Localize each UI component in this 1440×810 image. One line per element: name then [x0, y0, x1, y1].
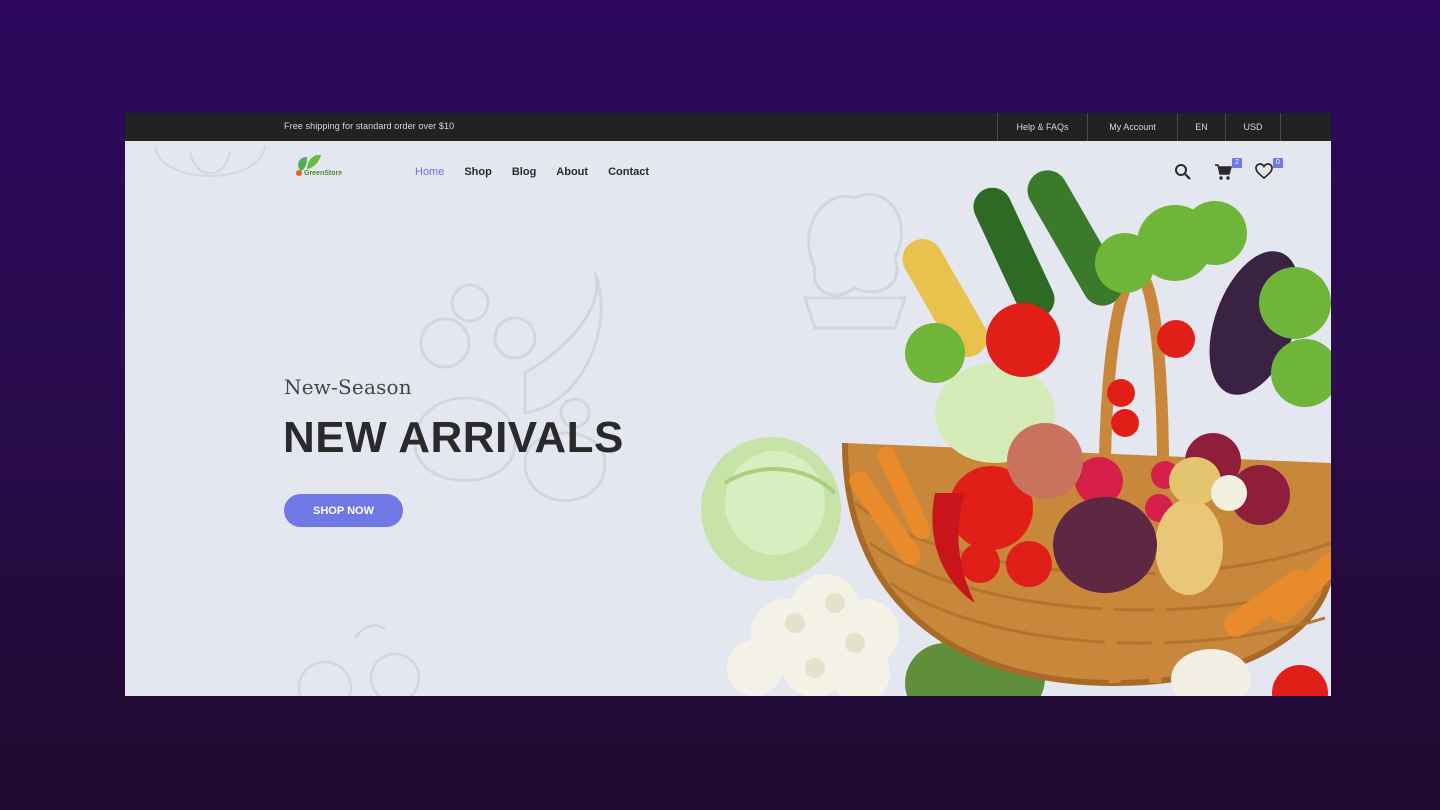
language-select[interactable]: EN [1177, 113, 1225, 141]
help-faqs-link[interactable]: Help & FAQs [997, 113, 1087, 141]
logo[interactable]: GreenStore [293, 151, 361, 183]
main-nav: Home Shop Blog About Contact [415, 166, 669, 178]
nav-contact[interactable]: Contact [608, 166, 649, 178]
top-bar: Free shipping for standard order over $1… [125, 113, 1331, 141]
website-frame: Free shipping for standard order over $1… [125, 113, 1331, 696]
logo-text: GreenStore [304, 170, 343, 177]
background-doodle-fruits [413, 272, 607, 502]
currency-select[interactable]: USD [1225, 113, 1281, 141]
shop-now-button[interactable]: SHOP NOW [284, 494, 403, 527]
nav-about[interactable]: About [556, 166, 588, 178]
nav-blog[interactable]: Blog [512, 166, 536, 178]
background-doodle-corner [297, 624, 421, 696]
my-account-link[interactable]: My Account [1087, 113, 1177, 141]
hero-subtitle: New-Season [284, 375, 412, 399]
nav-home[interactable]: Home [415, 166, 444, 178]
shipping-notice: Free shipping for standard order over $1… [284, 121, 455, 131]
hero-title: NEW ARRIVALS [283, 413, 624, 462]
top-bar-links: Help & FAQs My Account EN USD [997, 113, 1281, 141]
nav-shop[interactable]: Shop [464, 166, 492, 178]
vegetable-basket-image [701, 170, 1331, 696]
background-doodle-top [154, 145, 266, 177]
